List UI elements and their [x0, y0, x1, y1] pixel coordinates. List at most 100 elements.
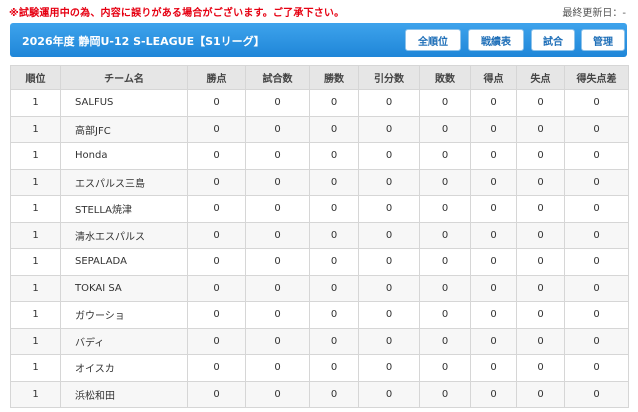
cell-wins: 0: [309, 168, 359, 196]
matches-button[interactable]: 試合: [531, 29, 575, 51]
cell-wins: 0: [309, 195, 359, 223]
table-row: 1 浜松和田 0 0 0 0 0 0 0 0: [10, 380, 629, 408]
table-row: 1 SEPALADA 0 0 0 0 0 0 0 0: [10, 248, 629, 276]
cell-team-name: 清水エスパルス: [60, 221, 188, 249]
cell-wins: 0: [309, 301, 359, 329]
cell-team-name: Honda: [60, 142, 188, 170]
cell-losses: 0: [419, 115, 471, 143]
table-header-row: 順位 チーム名 勝点 試合数 勝数 引分数 敗数 得点 失点 得失点差: [10, 65, 629, 90]
cell-draws: 0: [358, 274, 420, 302]
cell-points: 0: [187, 115, 246, 143]
admin-button[interactable]: 管理: [581, 29, 625, 51]
table-row: 1 高部JFC 0 0 0 0 0 0 0 0: [10, 115, 629, 143]
cell-points: 0: [187, 168, 246, 196]
cell-goals-against: 0: [516, 248, 565, 276]
cell-draws: 0: [358, 248, 420, 276]
cell-played: 0: [245, 327, 310, 355]
table-row: 1 TOKAI SA 0 0 0 0 0 0 0 0: [10, 274, 629, 302]
cell-wins: 0: [309, 327, 359, 355]
cell-draws: 0: [358, 89, 420, 117]
col-points: 勝点: [187, 65, 246, 90]
cell-losses: 0: [419, 354, 471, 382]
cell-rank: 1: [10, 168, 61, 196]
table-row: 1 SALFUS 0 0 0 0 0 0 0 0: [10, 89, 629, 117]
cell-goals-against: 0: [516, 354, 565, 382]
cell-played: 0: [245, 221, 310, 249]
cell-goals-against: 0: [516, 89, 565, 117]
cell-losses: 0: [419, 327, 471, 355]
cell-wins: 0: [309, 380, 359, 408]
table-row: 1 清水エスパルス 0 0 0 0 0 0 0 0: [10, 221, 629, 249]
cell-team-name: ガウーショ: [60, 301, 188, 329]
cell-losses: 0: [419, 301, 471, 329]
cell-losses: 0: [419, 274, 471, 302]
league-title: 2026年度 静岡U-12 S-LEAGUE【S1リーグ】: [22, 35, 265, 48]
cell-goals-against: 0: [516, 115, 565, 143]
col-goals-for: 得点: [470, 65, 517, 90]
cell-goals-for: 0: [470, 380, 517, 408]
cell-goals-against: 0: [516, 195, 565, 223]
table-row: 1 ガウーショ 0 0 0 0 0 0 0 0: [10, 301, 629, 329]
table-row: 1 オイスカ 0 0 0 0 0 0 0 0: [10, 354, 629, 382]
cell-rank: 1: [10, 221, 61, 249]
cell-goals-for: 0: [470, 354, 517, 382]
table-row: 1 STELLA焼津 0 0 0 0 0 0 0 0: [10, 195, 629, 223]
cell-rank: 1: [10, 327, 61, 355]
cell-draws: 0: [358, 142, 420, 170]
cell-played: 0: [245, 274, 310, 302]
col-draws: 引分数: [358, 65, 420, 90]
cell-rank: 1: [10, 380, 61, 408]
cell-played: 0: [245, 142, 310, 170]
cell-goals-for: 0: [470, 248, 517, 276]
cell-wins: 0: [309, 221, 359, 249]
table-row: 1 バディ 0 0 0 0 0 0 0 0: [10, 327, 629, 355]
cell-goal-difference: 0: [564, 89, 629, 117]
col-losses: 敗数: [419, 65, 471, 90]
cell-played: 0: [245, 248, 310, 276]
cell-goals-for: 0: [470, 115, 517, 143]
cell-goal-difference: 0: [564, 248, 629, 276]
cell-played: 0: [245, 89, 310, 117]
cell-wins: 0: [309, 89, 359, 117]
cell-draws: 0: [358, 301, 420, 329]
cell-goal-difference: 0: [564, 221, 629, 249]
cell-played: 0: [245, 301, 310, 329]
cell-team-name: SEPALADA: [60, 248, 188, 276]
cell-played: 0: [245, 168, 310, 196]
cell-goals-for: 0: [470, 327, 517, 355]
cell-rank: 1: [10, 248, 61, 276]
results-table-button[interactable]: 戦績表: [468, 29, 524, 51]
cell-goal-difference: 0: [564, 354, 629, 382]
cell-points: 0: [187, 221, 246, 249]
cell-losses: 0: [419, 142, 471, 170]
cell-rank: 1: [10, 142, 61, 170]
cell-points: 0: [187, 327, 246, 355]
cell-team-name: SALFUS: [60, 89, 188, 117]
col-goal-difference: 得失点差: [564, 65, 629, 90]
col-played: 試合数: [245, 65, 310, 90]
cell-team-name: オイスカ: [60, 354, 188, 382]
cell-goals-against: 0: [516, 380, 565, 408]
cell-rank: 1: [10, 354, 61, 382]
cell-wins: 0: [309, 142, 359, 170]
cell-goal-difference: 0: [564, 115, 629, 143]
cell-points: 0: [187, 274, 246, 302]
cell-points: 0: [187, 142, 246, 170]
cell-goal-difference: 0: [564, 168, 629, 196]
col-wins: 勝数: [309, 65, 359, 90]
cell-team-name: バディ: [60, 327, 188, 355]
cell-goal-difference: 0: [564, 380, 629, 408]
cell-losses: 0: [419, 168, 471, 196]
col-rank: 順位: [10, 65, 61, 90]
all-standings-button[interactable]: 全順位: [405, 29, 461, 51]
last-updated: 最終更新日：-: [562, 8, 626, 19]
cell-goal-difference: 0: [564, 142, 629, 170]
cell-goal-difference: 0: [564, 301, 629, 329]
cell-goals-for: 0: [470, 195, 517, 223]
cell-losses: 0: [419, 248, 471, 276]
cell-losses: 0: [419, 380, 471, 408]
cell-goal-difference: 0: [564, 274, 629, 302]
cell-played: 0: [245, 195, 310, 223]
cell-goals-against: 0: [516, 327, 565, 355]
cell-played: 0: [245, 115, 310, 143]
